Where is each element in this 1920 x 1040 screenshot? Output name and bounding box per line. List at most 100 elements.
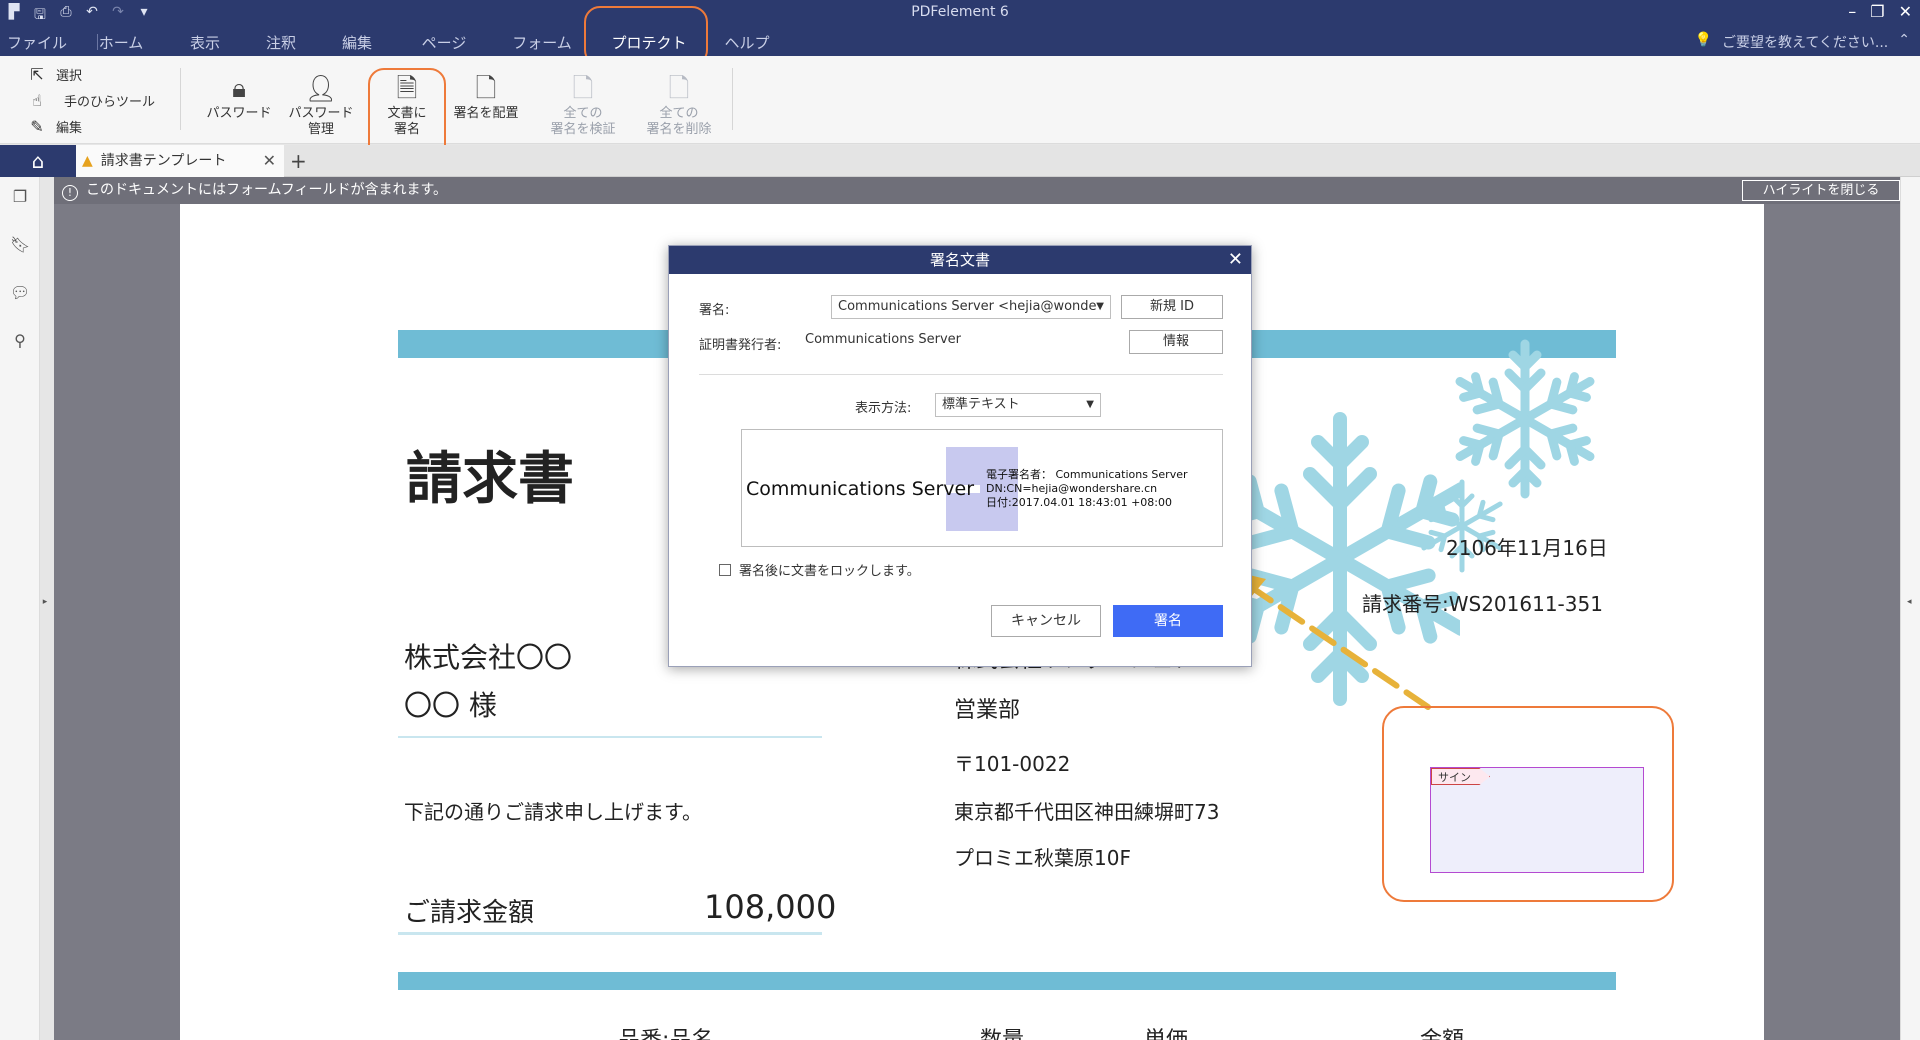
dropdown-arrow-icon: ▼ xyxy=(1086,399,1094,410)
lock-after-sign-label: 署名後に文書をロックします。 xyxy=(739,564,920,579)
sender-department: 営業部 xyxy=(954,698,1021,723)
ribbon-separator xyxy=(180,68,181,130)
sign-button[interactable]: 署名 xyxy=(1113,605,1223,637)
warning-icon: ▲ xyxy=(82,153,93,169)
password-manage-button[interactable]: 👤︎ パスワード 管理 xyxy=(286,72,356,138)
document-tab[interactable]: ▲ 請求書テンプレート ✕ xyxy=(76,145,284,177)
invoice-date: 2106年11月16日 xyxy=(1446,536,1608,560)
issuer-label: 証明書発行者: xyxy=(699,338,782,353)
preview-date-line: 日付:2017.04.01 18:43:01 +08:00 xyxy=(986,496,1173,509)
menu-view[interactable]: 表示 xyxy=(168,28,242,56)
signature-select-value: Communications Server <hejia@wonde xyxy=(838,299,1097,314)
close-tab-icon[interactable]: ✕ xyxy=(263,145,276,177)
collapse-right-panel-icon[interactable]: ◂ xyxy=(1907,597,1912,607)
password-manage-label-2: 管理 xyxy=(307,122,334,137)
comment-icon[interactable]: 💬︎ xyxy=(10,283,30,303)
hand-icon: ☝ xyxy=(32,90,42,110)
preview-signature-info: 電子署名者： Communications Server DN:CN=hejia… xyxy=(986,468,1188,510)
password-button[interactable]: 🔒︎ パスワード xyxy=(204,72,274,122)
cancel-button[interactable]: キャンセル xyxy=(991,605,1101,637)
password-label: パスワード xyxy=(206,106,272,121)
ribbon-separator xyxy=(732,68,733,130)
lock-icon: 🔒︎ xyxy=(232,74,246,104)
document-title: 請求書 xyxy=(406,447,574,512)
sign-document-dialog: 署名文書 ✕ 署名: Communications Server <hejia@… xyxy=(668,245,1252,667)
delete-signature-icon: 🗋 xyxy=(668,74,690,104)
edit-icon: ✎ xyxy=(30,116,44,136)
place-signature-label: 署名を配置 xyxy=(453,106,519,121)
menu-page[interactable]: ページ xyxy=(394,28,494,56)
dialog-title-bar: 署名文書 ✕ xyxy=(669,246,1251,274)
menu-file[interactable]: ファイル xyxy=(0,28,74,56)
edit-tool[interactable]: ✎ 編集 xyxy=(28,116,155,136)
issuer-value: Communications Server xyxy=(805,332,961,347)
menu-home[interactable]: ホーム xyxy=(74,28,168,56)
dropdown-arrow-icon: ▼ xyxy=(1096,301,1104,312)
help-area[interactable]: 💡 ご要望を教えてください... ⌃ xyxy=(1695,32,1910,52)
column-item: 品番:品名 xyxy=(618,1022,713,1040)
menu-help[interactable]: ヘルプ xyxy=(708,28,786,56)
home-tab[interactable]: ⌂ xyxy=(0,145,76,177)
app-title: PDFelement 6 xyxy=(911,4,1009,20)
home-icon: ⌂ xyxy=(31,149,45,173)
amount-label: ご請求金額 xyxy=(404,898,535,928)
amount-underline xyxy=(398,932,822,935)
column-unit-price: 単価 xyxy=(1144,1022,1188,1040)
info-bar-message: このドキュメントにはフォームフィールドが含まれます。 xyxy=(86,182,448,198)
form-field-info-bar: !このドキュメントにはフォームフィールドが含まれます。 ハイライトを閉じる ✕ xyxy=(54,177,1900,204)
dialog-separator xyxy=(699,374,1223,375)
highlight-signature-field xyxy=(1382,706,1674,902)
user-lock-icon: 👤︎ xyxy=(304,74,338,104)
verify-all-signatures-button[interactable]: 🗋 全ての 署名を検証 xyxy=(546,72,620,138)
column-quantity: 数量 xyxy=(980,1022,1024,1040)
window-controls: – ❐ ✕ xyxy=(1848,2,1912,21)
display-method-select[interactable]: 標準テキスト ▼ xyxy=(935,393,1101,417)
password-manage-label-1: パスワード xyxy=(288,106,354,121)
signature-label: 署名: xyxy=(699,303,730,318)
expand-panel-icon[interactable]: ▸ xyxy=(40,597,50,617)
verify-signature-icon: 🗋 xyxy=(572,74,594,104)
close-window-icon[interactable]: ✕ xyxy=(1899,2,1912,21)
recipient-underline xyxy=(398,736,822,738)
menu-edit[interactable]: 編集 xyxy=(320,28,394,56)
verify-all-label-2: 署名を検証 xyxy=(550,122,616,137)
minimize-icon[interactable]: – xyxy=(1848,2,1856,21)
dialog-title: 署名文書 xyxy=(929,251,990,269)
signature-select[interactable]: Communications Server <hejia@wonde ▼ xyxy=(831,295,1111,319)
collapse-ribbon-icon[interactable]: ⌃ xyxy=(1898,32,1910,52)
bookmark-icon[interactable]: 🔖︎ xyxy=(10,235,30,255)
place-signature-icon: 🗋 xyxy=(475,74,497,104)
tool-group: ⇱ 選択 ☝ 手のひらツール ✎ 編集 xyxy=(28,64,155,136)
place-signature-button[interactable]: 🗋 署名を配置 xyxy=(452,72,520,122)
edit-label: 編集 xyxy=(56,120,83,136)
request-text: 下記の通りご請求申し上げます。 xyxy=(404,800,702,824)
menu-form[interactable]: フォーム xyxy=(494,28,590,56)
display-method-label: 表示方法: xyxy=(855,401,912,416)
hand-tool[interactable]: ☝ 手のひらツール xyxy=(28,90,155,110)
add-tab-button[interactable]: + xyxy=(290,145,307,177)
verify-all-label-1: 全ての xyxy=(563,106,603,121)
display-method-value: 標準テキスト xyxy=(942,397,1020,412)
close-highlight-button[interactable]: ハイライトを閉じる xyxy=(1742,180,1900,201)
delete-all-signatures-button[interactable]: 🗋 全ての 署名を削除 xyxy=(642,72,716,138)
hand-label: 手のひらツール xyxy=(64,94,156,110)
search-icon[interactable]: ⚲ xyxy=(10,331,30,351)
left-sidebar: ❐ 🔖︎ 💬︎ ⚲ ▸ xyxy=(0,177,47,1040)
maximize-icon[interactable]: ❐ xyxy=(1870,2,1884,21)
new-id-button[interactable]: 新規 ID xyxy=(1121,295,1223,319)
dialog-close-icon[interactable]: ✕ xyxy=(1228,246,1243,274)
menu-annotate[interactable]: 注釈 xyxy=(242,28,320,56)
preview-dn-line: DN:CN=hejia@wondershare.cn xyxy=(986,482,1158,495)
checkbox-box[interactable] xyxy=(719,563,731,576)
preview-signer-name: Communications Server xyxy=(746,478,974,500)
cursor-icon: ⇱ xyxy=(30,64,44,84)
delete-all-label-1: 全ての xyxy=(659,106,699,121)
select-tool[interactable]: ⇱ 選択 xyxy=(28,64,155,84)
sender-building: プロミエ秋葉原10F xyxy=(954,846,1131,870)
thumbnails-icon[interactable]: ❐ xyxy=(10,187,30,207)
help-prompt[interactable]: ご要望を教えてください... xyxy=(1722,32,1888,52)
ribbon: ⇱ 選択 ☝ 手のひらツール ✎ 編集 🔒︎ パスワード 👤︎ パスワード 管理 🗎 … xyxy=(0,56,1920,144)
document-tab-label: 請求書テンプレート xyxy=(100,153,227,169)
lock-after-sign-checkbox[interactable]: 署名後に文書をロックします。 xyxy=(719,560,920,579)
info-button[interactable]: 情報 xyxy=(1129,330,1223,354)
